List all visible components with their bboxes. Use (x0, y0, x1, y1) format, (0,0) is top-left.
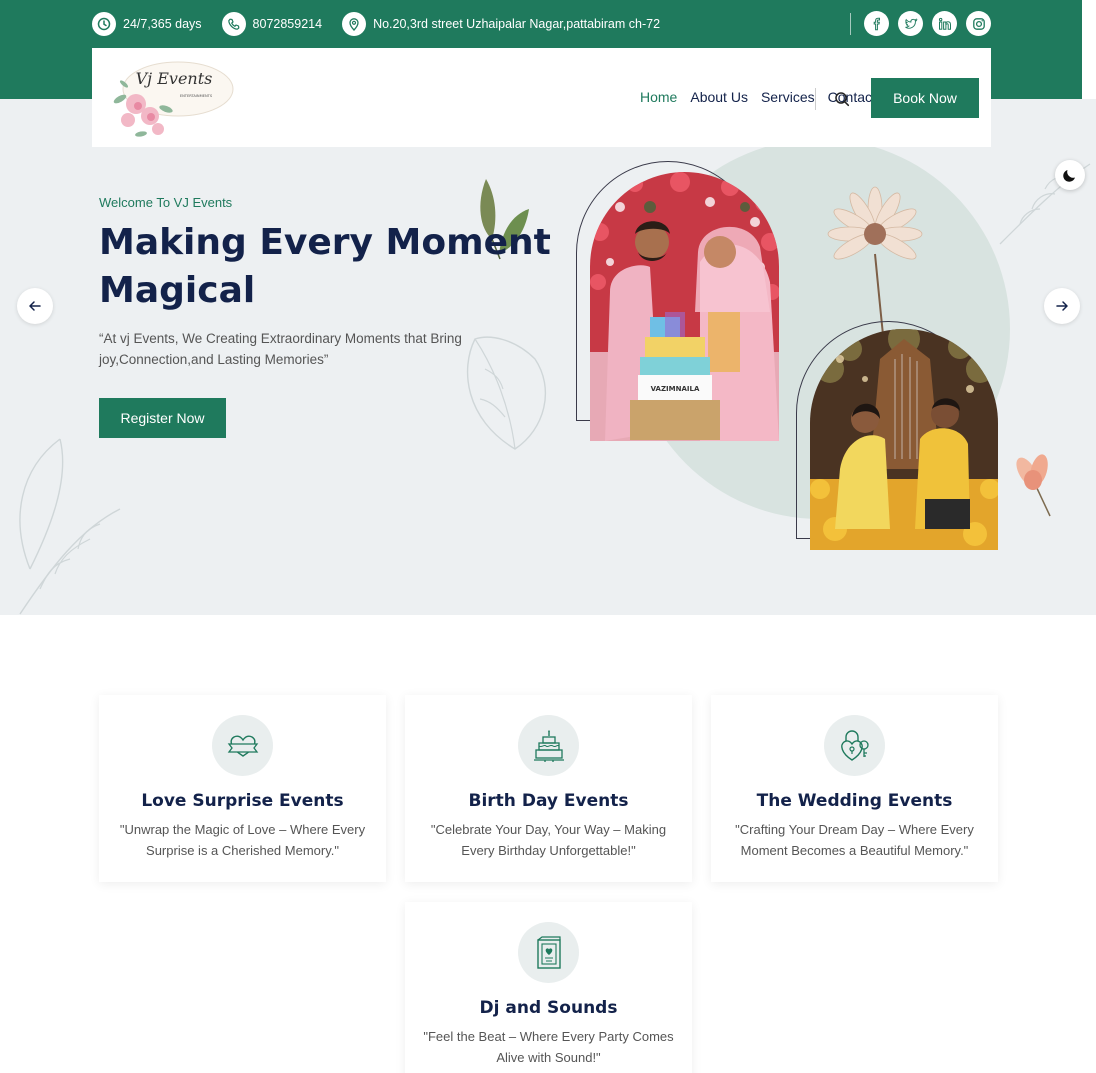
clock-icon (92, 12, 116, 36)
nav-services[interactable]: Services (761, 89, 815, 105)
service-description: "Unwrap the Magic of Love – Where Every … (119, 822, 366, 858)
hours-info: 24/7,365 days (92, 12, 202, 36)
arrow-right-icon (1056, 301, 1068, 311)
service-card-love-surprise[interactable]: Love Surprise Events "Unwrap the Magic o… (99, 695, 386, 882)
service-title: The Wedding Events (756, 791, 953, 811)
twitter-icon[interactable] (898, 11, 923, 36)
site-logo[interactable]: Vj Events ENTERTAINMENTS (106, 54, 236, 144)
nav-home[interactable]: Home (640, 89, 677, 105)
service-card-birthday[interactable]: Birth Day Events "Celebrate Your Day, Yo… (405, 695, 692, 882)
prev-slide-button[interactable] (17, 288, 53, 324)
main-navbar: Vj Events ENTERTAINMENTS Home About Us S… (92, 48, 991, 147)
cake-text: VAZIMNAILA (651, 385, 700, 393)
arrow-left-icon (29, 301, 41, 311)
hero-description: “At vj Events, We Creating Extraordinary… (99, 331, 462, 367)
service-card-wedding[interactable]: The Wedding Events "Crafting Your Dream … (711, 695, 998, 882)
invitation-card-icon (518, 922, 579, 983)
dark-mode-toggle[interactable] (1055, 160, 1085, 190)
social-links (850, 11, 991, 36)
service-description: "Feel the Beat – Where Every Party Comes… (423, 1029, 674, 1065)
search-icon[interactable] (834, 91, 850, 112)
next-slide-button[interactable] (1044, 288, 1080, 324)
main-nav: Home About Us Services Contact Us (640, 89, 897, 105)
book-now-button[interactable]: Book Now (871, 78, 979, 118)
phone-text[interactable]: 8072859214 (253, 17, 323, 31)
service-title: Birth Day Events (468, 791, 629, 811)
facebook-icon[interactable] (864, 11, 889, 36)
leaf-outline-decoration (19, 438, 121, 615)
divider (850, 12, 851, 35)
phone-icon (221, 12, 246, 36)
service-title: Dj and Sounds (479, 998, 618, 1018)
contact-info: 24/7,365 days 8072859214 No.20,3rd stree… (92, 12, 660, 36)
register-now-button[interactable]: Register Now (99, 398, 226, 438)
logo-text: Vj Events (136, 69, 213, 88)
hero-headline: Making Every Moment Magical (99, 222, 551, 311)
heart-ribbon-icon (212, 715, 273, 776)
hero-section: VAZIMNAILA Welcome To VJ Events Making E… (0, 99, 1096, 615)
service-title: Love Surprise Events (141, 791, 344, 811)
wedding-lock-icon (824, 715, 885, 776)
service-description: "Celebrate Your Day, Your Way – Making E… (430, 822, 667, 858)
cake-icon (518, 715, 579, 776)
address-text: No.20,3rd street Uzhaipalar Nagar,pattab… (373, 17, 661, 31)
service-card-dj-sounds[interactable]: Dj and Sounds "Feel the Beat – Where Eve… (405, 902, 692, 1073)
pink-flower-decoration (1016, 454, 1051, 517)
service-description: "Crafting Your Dream Day – Where Every M… (735, 822, 974, 858)
nav-divider (815, 88, 816, 110)
couple-haldi-photo (810, 329, 998, 550)
nav-about-us[interactable]: About Us (690, 89, 748, 105)
welcome-text: Welcome To VJ Events (99, 195, 233, 210)
linkedin-icon[interactable] (932, 11, 957, 36)
logo-subtext: ENTERTAINMENTS (180, 94, 213, 98)
instagram-icon[interactable] (966, 11, 991, 36)
address-info: No.20,3rd street Uzhaipalar Nagar,pattab… (342, 12, 660, 36)
location-pin-icon (342, 12, 367, 36)
hours-text: 24/7,365 days (123, 17, 202, 31)
moon-icon (1063, 170, 1075, 182)
couple-cake-photo: VAZIMNAILA (590, 172, 779, 441)
phone-info[interactable]: 8072859214 (221, 12, 323, 36)
